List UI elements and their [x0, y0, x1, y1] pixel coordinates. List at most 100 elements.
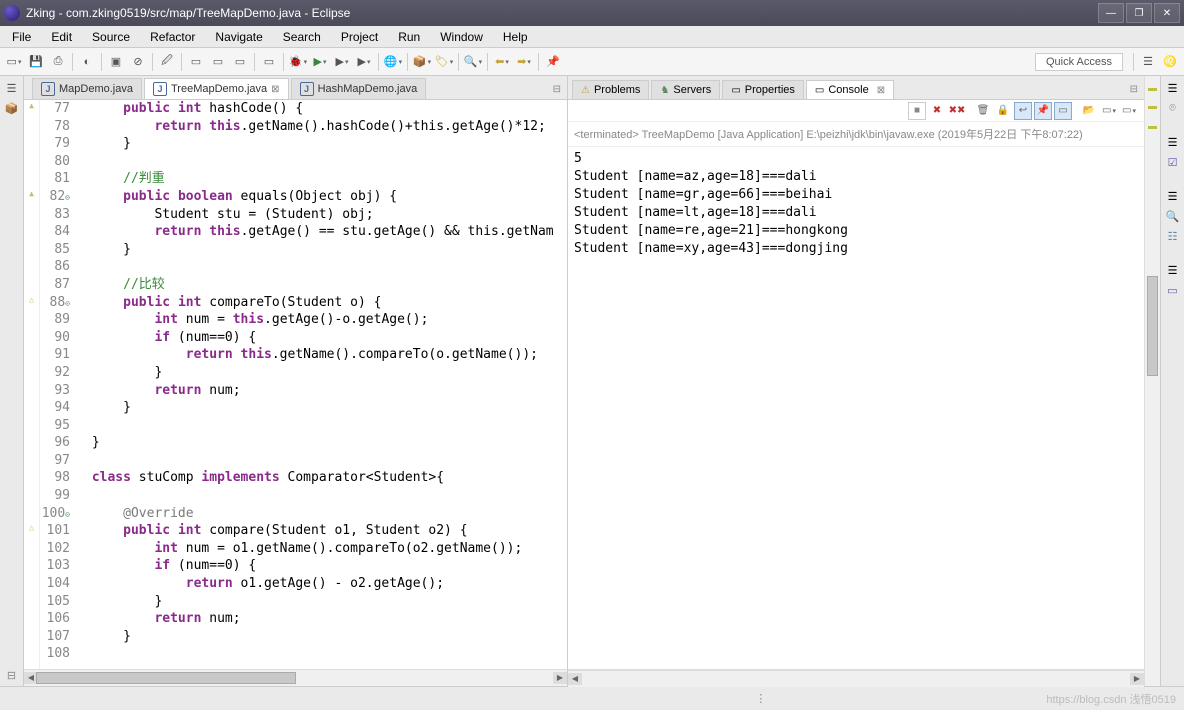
main-area: J MapDemo.java J TreeMapDemo.java ⊠ J Ha…: [24, 76, 1160, 686]
tab-console[interactable]: ▭Console⊠: [806, 80, 894, 99]
open-perspective-button[interactable]: ☰: [1138, 52, 1158, 72]
console-minimize-icon[interactable]: ⊟: [1124, 80, 1144, 99]
tab-label: MapDemo.java: [59, 83, 133, 95]
toolbar: ▭ 💾 ⎙ ◐ ▣ ⊘ 🖉 ▭ ▭ ▭ ▭ 🐞 ▶ ▶ ▶ 🌐 📦 🏷 🔍 ⬅ …: [0, 48, 1184, 76]
tab-problems[interactable]: ⚠Problems: [572, 80, 649, 99]
new-button[interactable]: ▭: [4, 52, 24, 72]
editor-minimize-icon[interactable]: ⊟: [547, 80, 567, 99]
tab-treemapdemo[interactable]: J TreeMapDemo.java ⊠: [144, 78, 289, 99]
editor-dd[interactable]: 🖉: [157, 52, 177, 72]
run-button[interactable]: ▶: [310, 52, 330, 72]
console-word-wrap-button[interactable]: ↩: [1014, 102, 1032, 120]
show-view-icon-4[interactable]: ☰: [1165, 262, 1181, 278]
close-button[interactable]: ✕: [1154, 3, 1180, 23]
eclipse-icon: [4, 5, 20, 21]
show-view-icon-3[interactable]: ☰: [1165, 188, 1181, 204]
menu-navigate[interactable]: Navigate: [209, 28, 268, 46]
java-file-icon: J: [153, 82, 167, 96]
console-remove-all-button[interactable]: ✖✖: [948, 102, 966, 120]
console-scroll-lock-button[interactable]: 🔒: [994, 102, 1012, 120]
console-remove-launch-button[interactable]: ✖: [928, 102, 946, 120]
menu-project[interactable]: Project: [335, 28, 384, 46]
quick-access[interactable]: Quick Access: [1035, 53, 1123, 71]
console-display-button[interactable]: ▭: [1100, 102, 1118, 120]
editor-pane: J MapDemo.java J TreeMapDemo.java ⊠ J Ha…: [24, 76, 568, 686]
save-button[interactable]: 💾: [26, 52, 46, 72]
code-area[interactable]: 777879808182⊝838485868788⊝89909192939495…: [24, 100, 567, 669]
toolbar-btn-d[interactable]: ▭: [259, 52, 279, 72]
show-view-icon[interactable]: ☰: [4, 80, 20, 96]
menu-edit[interactable]: Edit: [45, 28, 78, 46]
show-view-icon[interactable]: ☰: [1165, 80, 1181, 96]
menu-search[interactable]: Search: [277, 28, 327, 46]
menu-run[interactable]: Run: [392, 28, 426, 46]
marker-column: [24, 100, 40, 669]
markers-icon[interactable]: ☷: [1165, 228, 1181, 244]
java-ee-perspective-button[interactable]: ♌: [1160, 52, 1180, 72]
maximize-button[interactable]: ❐: [1126, 3, 1152, 23]
console-output[interactable]: 5Student [name=az,age=18]===daliStudent …: [568, 147, 1144, 669]
back-button[interactable]: ⬅: [492, 52, 512, 72]
task-list-icon[interactable]: ☑: [1165, 154, 1181, 170]
console-horizontal-scrollbar[interactable]: ◀▶: [568, 669, 1144, 686]
tab-hashmapdemo[interactable]: J HashMapDemo.java: [291, 78, 427, 99]
console-new-button[interactable]: ▭: [1120, 102, 1138, 120]
show-view-icon-2[interactable]: ☰: [1165, 134, 1181, 150]
menu-source[interactable]: Source: [86, 28, 136, 46]
editor-split: J MapDemo.java J TreeMapDemo.java ⊠ J Ha…: [24, 76, 1160, 686]
coverage-button[interactable]: ▶: [332, 52, 352, 72]
new-package-button[interactable]: 📦: [412, 52, 432, 72]
search-button[interactable]: 🔍: [463, 52, 483, 72]
tab-label: HashMapDemo.java: [318, 83, 418, 95]
outline-icon-2[interactable]: 🔍: [1165, 208, 1181, 224]
forward-button[interactable]: ➡: [514, 52, 534, 72]
line-number-column: 777879808182⊝838485868788⊝89909192939495…: [40, 100, 76, 669]
minimize-button[interactable]: —: [1098, 3, 1124, 23]
console-pane: ⚠Problems ♞Servers ▭Properties ▭Console⊠…: [568, 76, 1144, 686]
left-trim: ☰ 📦 ⊟: [0, 76, 24, 686]
build-button[interactable]: ▣: [106, 52, 126, 72]
pin-button[interactable]: 📌: [543, 52, 563, 72]
debug-button[interactable]: 🐞: [288, 52, 308, 72]
statusbar: ⋮ https://blog.csdn 浅悟0519: [0, 686, 1184, 710]
editor-horizontal-scrollbar[interactable]: ◀▶: [24, 669, 567, 686]
new-class-button[interactable]: 🏷: [434, 52, 454, 72]
window-title: Zking - com.zking0519/src/map/TreeMapDem…: [26, 6, 1098, 20]
tab-properties[interactable]: ▭Properties: [722, 80, 804, 99]
titlebar: Zking - com.zking0519/src/map/TreeMapDem…: [0, 0, 1184, 26]
code-text[interactable]: public int hashCode() { return this.getN…: [76, 100, 567, 669]
console-pin-button[interactable]: 📌: [1034, 102, 1052, 120]
open-type-button[interactable]: ◐: [77, 52, 97, 72]
console-show-button[interactable]: ▭: [1054, 102, 1072, 120]
java-file-icon: J: [41, 82, 55, 96]
package-explorer-icon[interactable]: 📦: [4, 100, 20, 116]
tab-servers[interactable]: ♞Servers: [651, 80, 720, 99]
menubar: File Edit Source Refactor Navigate Searc…: [0, 26, 1184, 48]
menu-window[interactable]: Window: [434, 28, 489, 46]
minimize-left-icon[interactable]: ⊟: [7, 669, 16, 682]
menu-help[interactable]: Help: [497, 28, 534, 46]
toolbar-btn-c[interactable]: ▭: [230, 52, 250, 72]
toolbar-btn-b[interactable]: ▭: [208, 52, 228, 72]
console-toolbar: ■ ✖ ✖✖ 🗑 🔒 ↩ 📌 ▭ 📂 ▭ ▭: [568, 100, 1144, 122]
external-tools-button[interactable]: ▶: [354, 52, 374, 72]
console-terminate-button[interactable]: ■: [908, 102, 926, 120]
java-file-icon: J: [300, 82, 314, 96]
right-trim: ☰ ⌾ ☰ ☑ ☰ 🔍 ☷ ☰ ▭: [1160, 76, 1184, 686]
skip-button[interactable]: ⊘: [128, 52, 148, 72]
console-open-button[interactable]: 📂: [1080, 102, 1098, 120]
console-clear-button[interactable]: 🗑: [974, 102, 992, 120]
browser-button[interactable]: 🌐: [383, 52, 403, 72]
editor-tabs: J MapDemo.java J TreeMapDemo.java ⊠ J Ha…: [24, 76, 567, 100]
watermark: https://blog.csdn 浅悟0519: [1046, 691, 1184, 707]
menu-refactor[interactable]: Refactor: [144, 28, 201, 46]
menu-file[interactable]: File: [6, 28, 37, 46]
workspace: ☰ 📦 ⊟ J MapDemo.java J TreeMapDemo.java …: [0, 76, 1184, 686]
close-tab-icon[interactable]: ⊠: [271, 84, 279, 95]
toolbar-btn-a[interactable]: ▭: [186, 52, 206, 72]
save-all-button[interactable]: ⎙: [48, 52, 68, 72]
outline-icon[interactable]: ⌾: [1165, 100, 1181, 116]
tab-mapdemo[interactable]: J MapDemo.java: [32, 78, 142, 99]
editor-vertical-scrollbar[interactable]: [1144, 76, 1160, 686]
members-icon[interactable]: ▭: [1165, 282, 1181, 298]
